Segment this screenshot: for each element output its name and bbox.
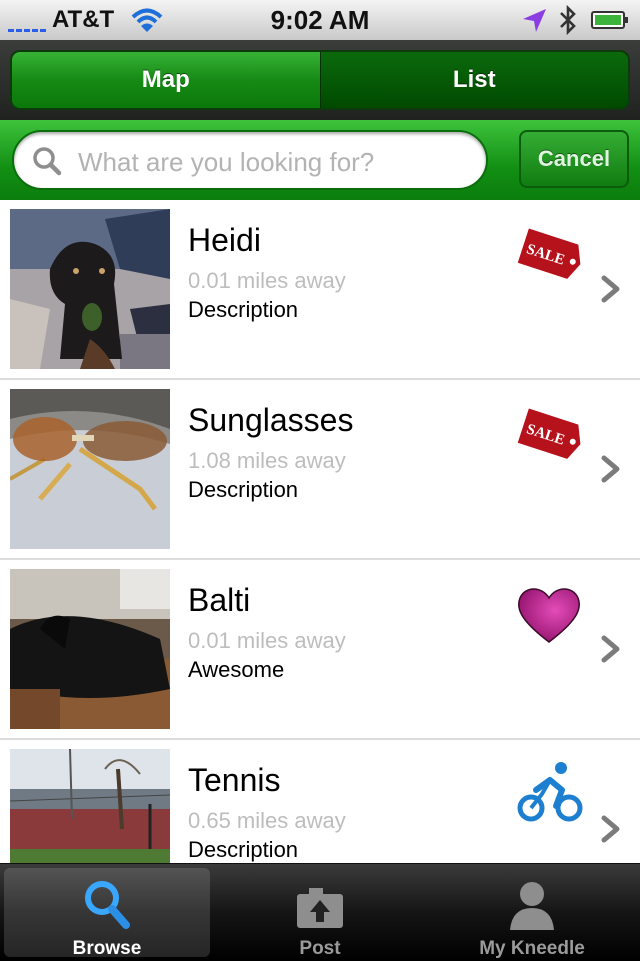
results-list: Heidi 0.01 miles away Description SALE S…	[0, 200, 640, 863]
list-item[interactable]: Tennis 0.65 miles away Description	[0, 740, 640, 863]
search-bar: Cancel	[0, 120, 640, 200]
tab-label: My Kneedle	[479, 938, 585, 959]
item-title: Heidi	[188, 222, 261, 258]
item-thumbnail-tennis-court	[10, 749, 170, 863]
item-description: Description	[188, 297, 299, 322]
item-thumbnail-dog-sleeping	[10, 569, 170, 729]
chevron-right-icon	[601, 635, 620, 663]
bluetooth-icon	[560, 4, 576, 36]
upload-icon	[297, 888, 343, 928]
search-input[interactable]	[76, 144, 480, 180]
heart-icon	[518, 588, 580, 643]
tab-bar: Browse Post My Kneedle	[0, 863, 640, 961]
item-distance: 0.01 miles away	[188, 268, 346, 293]
list-item[interactable]: Heidi 0.01 miles away Description SALE	[0, 200, 640, 380]
battery-icon	[591, 11, 628, 29]
search-icon	[33, 147, 62, 176]
search-icon	[85, 881, 130, 929]
item-title: Balti	[188, 582, 251, 618]
tab-label: Post	[299, 938, 341, 959]
chevron-right-icon	[601, 455, 620, 483]
view-switcher-header: Map List	[0, 40, 640, 120]
item-distance: 0.65 miles away	[188, 808, 346, 833]
tab-my-kneedle[interactable]: My Kneedle	[429, 868, 635, 959]
item-description: Awesome	[188, 657, 285, 682]
person-icon	[510, 882, 554, 930]
item-title: Tennis	[188, 762, 281, 798]
list-item[interactable]: Sunglasses 1.08 miles away Description S…	[0, 380, 640, 560]
item-distance: 1.08 miles away	[188, 448, 346, 473]
sale-tag-icon: SALE	[517, 408, 581, 459]
status-bar: AT&T 9:02 AM	[0, 0, 640, 40]
item-description: Description	[188, 837, 299, 862]
location-services-icon	[523, 9, 546, 32]
tab-browse[interactable]: Browse	[4, 868, 210, 959]
item-thumbnail-sunglasses	[10, 389, 170, 549]
view-segmented-control: Map List	[10, 50, 630, 110]
segment-list[interactable]: List	[319, 52, 628, 108]
bicycle-icon	[517, 762, 583, 822]
chevron-right-icon	[601, 275, 620, 303]
sale-tag-icon: SALE	[517, 228, 581, 279]
list-item[interactable]: Balti 0.01 miles away Awesome	[0, 560, 640, 740]
chevron-right-icon	[601, 815, 620, 843]
search-field[interactable]	[12, 130, 488, 190]
segment-map[interactable]: Map	[12, 52, 320, 108]
item-title: Sunglasses	[188, 402, 354, 438]
cancel-button[interactable]: Cancel	[519, 130, 629, 188]
tab-post[interactable]: Post	[217, 868, 423, 959]
item-thumbnail-dog	[10, 209, 170, 369]
item-distance: 0.01 miles away	[188, 628, 346, 653]
tab-label: Browse	[72, 938, 142, 959]
item-description: Description	[188, 477, 299, 502]
